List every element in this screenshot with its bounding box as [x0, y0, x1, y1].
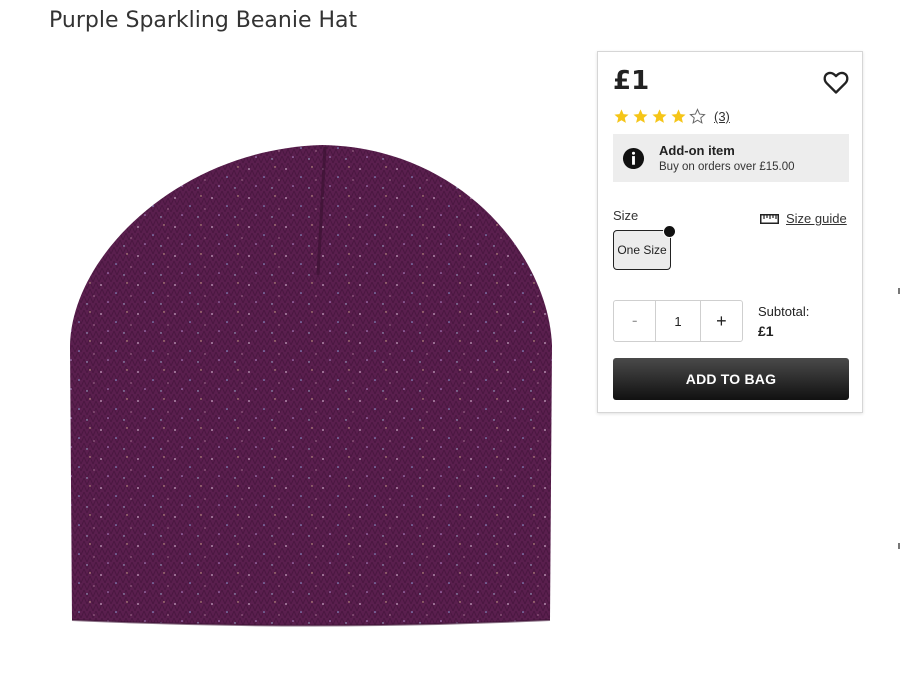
quantity-stepper: - 1 + — [613, 300, 743, 342]
ruler-icon — [760, 213, 779, 224]
reviews-link[interactable]: (3) — [714, 109, 730, 124]
decrement-button[interactable]: - — [614, 301, 655, 341]
star-icon — [671, 109, 686, 123]
buy-box: £1 (3) Add-on item Buy on orders over £1… — [597, 51, 863, 413]
product-title: Purple Sparkling Beanie Hat — [49, 8, 358, 33]
heart-icon[interactable] — [822, 68, 850, 96]
add-to-bag-button[interactable]: ADD TO BAG — [613, 358, 849, 400]
check-icon — [663, 225, 676, 238]
star-outline-icon — [689, 108, 706, 124]
quantity-input[interactable]: 1 — [655, 301, 701, 341]
subtotal-label: Subtotal: — [758, 304, 810, 319]
info-icon — [622, 147, 645, 170]
size-label: Size — [613, 208, 639, 223]
size-option-label: One Size — [617, 243, 667, 257]
size-option-one-size[interactable]: One Size — [613, 225, 676, 270]
subtotal-value: £1 — [758, 323, 774, 339]
addon-title: Add-on item — [659, 143, 735, 158]
addon-notice: Add-on item Buy on orders over £15.00 — [613, 134, 849, 182]
size-guide-link[interactable]: Size guide — [760, 211, 847, 226]
star-icon — [614, 109, 629, 123]
size-guide-label: Size guide — [786, 211, 847, 226]
star-icon — [652, 109, 667, 123]
star-icon — [633, 109, 648, 123]
increment-button[interactable]: + — [701, 301, 742, 341]
rating: (3) — [613, 108, 730, 125]
product-image — [70, 145, 552, 627]
addon-subtitle: Buy on orders over £15.00 — [659, 161, 795, 173]
price: £1 — [613, 66, 650, 96]
